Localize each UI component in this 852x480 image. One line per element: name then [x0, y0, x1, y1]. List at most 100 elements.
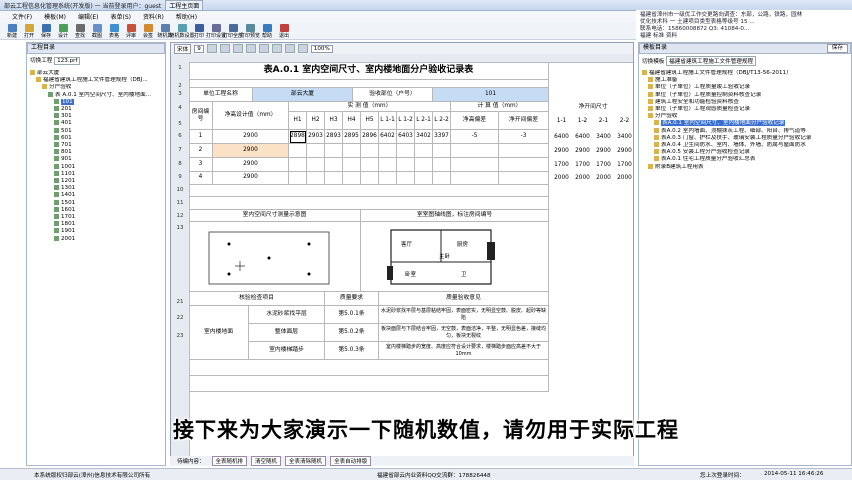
- tree-node[interactable]: 1301: [30, 185, 162, 192]
- title-tab[interactable]: 工程主页面: [165, 0, 204, 11]
- design-cell[interactable]: 2900: [213, 144, 289, 158]
- italic-icon[interactable]: [219, 44, 230, 53]
- menu-help[interactable]: 帮助(H): [170, 12, 203, 21]
- tree-node[interactable]: 单位（子单位）工程质量竣工验收记录: [642, 84, 848, 91]
- design-cell[interactable]: 2900: [213, 158, 289, 172]
- l-value-cell[interactable]: 6403: [397, 130, 415, 144]
- toolbar-button-13[interactable]: 打印全部: [223, 21, 243, 39]
- h-value-cell[interactable]: [343, 144, 361, 158]
- h-value-cell[interactable]: [307, 158, 325, 172]
- tree-node[interactable]: 701: [30, 142, 162, 149]
- h-value-cell[interactable]: [325, 171, 343, 185]
- l-value-cell[interactable]: [397, 171, 415, 185]
- toolbar-button-1[interactable]: 打开: [21, 21, 37, 39]
- right-value-cell[interactable]: 1700: [551, 158, 572, 172]
- zoom-select[interactable]: 100%: [310, 44, 333, 53]
- tree-node[interactable]: 201: [30, 106, 162, 113]
- check-text-cell[interactable]: 板块面层与下层结合牢固，无空鼓，表面洁净，平整，无明显色差，接缝均匀，板块无裂纹: [379, 324, 549, 342]
- blank-row[interactable]: [189, 80, 549, 88]
- group-label[interactable]: 室内楼地面: [189, 306, 249, 360]
- l-value-cell[interactable]: 6402: [379, 130, 397, 144]
- l-col-header[interactable]: L 2-1: [415, 112, 433, 130]
- l-value-cell[interactable]: [415, 158, 433, 172]
- tree-node[interactable]: 表A.0.1 住宅工程质量分户验收汇总表: [642, 156, 848, 163]
- check-item-cell[interactable]: 水泥砂浆找平层: [249, 306, 325, 324]
- tree-node[interactable]: 福建省建筑工程施工文件管理规程（DBJ/T13-56-2011）: [642, 70, 848, 77]
- toolbar-button-6[interactable]: 表格: [106, 21, 122, 39]
- tree-node[interactable]: 101: [30, 98, 162, 106]
- toolbar-button-4[interactable]: 查找: [72, 21, 88, 39]
- right-sub-header[interactable]: 1-1: [551, 112, 572, 130]
- right-sub-header[interactable]: 2-1: [593, 112, 614, 130]
- h-value-cell[interactable]: 2895: [343, 130, 361, 144]
- menu-edit[interactable]: 编辑(E): [72, 12, 104, 21]
- l-value-cell[interactable]: [379, 171, 397, 185]
- tree-node[interactable]: 部云大厦: [30, 70, 162, 77]
- room-cell[interactable]: 2: [189, 144, 213, 158]
- part-value[interactable]: 101: [433, 88, 549, 102]
- tree-node[interactable]: 1501: [30, 199, 162, 207]
- right-value-cell[interactable]: 2000: [593, 171, 614, 185]
- right-head[interactable]: 净开间尺寸: [551, 102, 633, 112]
- right-value-cell[interactable]: 3400: [593, 130, 614, 144]
- h-col-header[interactable]: H3: [325, 112, 343, 130]
- net-height-diff-cell[interactable]: [451, 158, 499, 172]
- menu-form[interactable]: 表单(S): [104, 12, 137, 21]
- tree-node[interactable]: 1201: [30, 178, 162, 185]
- check-text-cell[interactable]: 水泥砂浆找平层与基层粘结牢固，表面密实，无明显空鼓、脱皮、起砂等缺陷: [379, 306, 549, 324]
- l-value-cell[interactable]: [415, 144, 433, 158]
- h-value-cell[interactable]: [343, 171, 361, 185]
- quality-req-header[interactable]: 质量要求: [325, 292, 379, 306]
- right-value-cell[interactable]: 6400: [551, 130, 572, 144]
- fill-color-icon[interactable]: [297, 44, 308, 53]
- right-value-cell[interactable]: 1700: [593, 158, 614, 172]
- tree-node[interactable]: 分户验收: [642, 113, 848, 120]
- h-value-cell[interactable]: [307, 144, 325, 158]
- right-value-cell[interactable]: 2000: [614, 171, 633, 185]
- h-value-cell[interactable]: [361, 144, 379, 158]
- toolbar-button-5[interactable]: 截图: [89, 21, 105, 39]
- tree-node[interactable]: 表A.0.4 卫生间防水、室内、墙体、外墙、防腐与屋面防水: [642, 142, 848, 149]
- blank-row[interactable]: [189, 376, 549, 392]
- toolbar-button-15[interactable]: 帮助: [259, 21, 275, 39]
- l-value-cell[interactable]: 3397: [433, 130, 451, 144]
- room-deviation-cell[interactable]: [499, 171, 549, 185]
- toolbar-button-0[interactable]: 新建: [4, 21, 20, 39]
- underline-icon[interactable]: [232, 44, 243, 53]
- tree-node[interactable]: 表A.0.1 室内空间尺寸、室内楼地面分户验收记录: [642, 120, 848, 127]
- floor-plan-diagram[interactable]: [361, 222, 549, 292]
- right-sub-header[interactable]: 2-2: [614, 112, 633, 130]
- measure-diagram[interactable]: [189, 222, 361, 292]
- sheet-title[interactable]: 表A.0.1 室内空间尺寸、室内楼地面分户验收记录表: [189, 62, 549, 80]
- tree-node[interactable]: 1601: [30, 206, 162, 214]
- font-size-select[interactable]: 9: [194, 44, 204, 53]
- blank-row[interactable]: [189, 184, 549, 197]
- h-value-cell[interactable]: [289, 144, 307, 158]
- l-value-cell[interactable]: [397, 158, 415, 172]
- toolbar-button-14[interactable]: 打印预览: [240, 21, 260, 39]
- tree-node[interactable]: 301: [30, 113, 162, 120]
- l-value-cell[interactable]: [433, 144, 451, 158]
- right-value-cell[interactable]: 2900: [572, 144, 593, 158]
- check-item-header[interactable]: 核验检查项目: [189, 292, 325, 306]
- tree-node[interactable]: 1401: [30, 192, 162, 199]
- quality-req-cell[interactable]: 第5.0.2条: [325, 324, 379, 342]
- toolbar-button-11[interactable]: 打印: [191, 21, 207, 39]
- net-height-diff-cell[interactable]: [451, 171, 499, 185]
- toolbar-button-16[interactable]: 退出: [276, 21, 292, 39]
- right-value-cell[interactable]: 6400: [572, 130, 593, 144]
- tree-node[interactable]: 401: [30, 120, 162, 127]
- right-value-cell[interactable]: 1700: [614, 158, 633, 172]
- tree-node[interactable]: 1701: [30, 214, 162, 221]
- right-value-cell[interactable]: 2900: [614, 144, 633, 158]
- room-deviation-cell[interactable]: [499, 158, 549, 172]
- menu-resources[interactable]: 资料(R): [137, 12, 170, 21]
- tree-node[interactable]: 601: [30, 134, 162, 142]
- tree-node[interactable]: 单位（子单位）工程质量控制资料核查记录: [642, 91, 848, 99]
- bold-icon[interactable]: [206, 44, 217, 53]
- random-all-button[interactable]: 全表随机排: [211, 456, 248, 466]
- design-cell[interactable]: 2900: [213, 130, 289, 144]
- right-value-cell[interactable]: 2000: [551, 171, 572, 185]
- right-value-cell[interactable]: 2000: [572, 171, 593, 185]
- border-icon[interactable]: [284, 44, 295, 53]
